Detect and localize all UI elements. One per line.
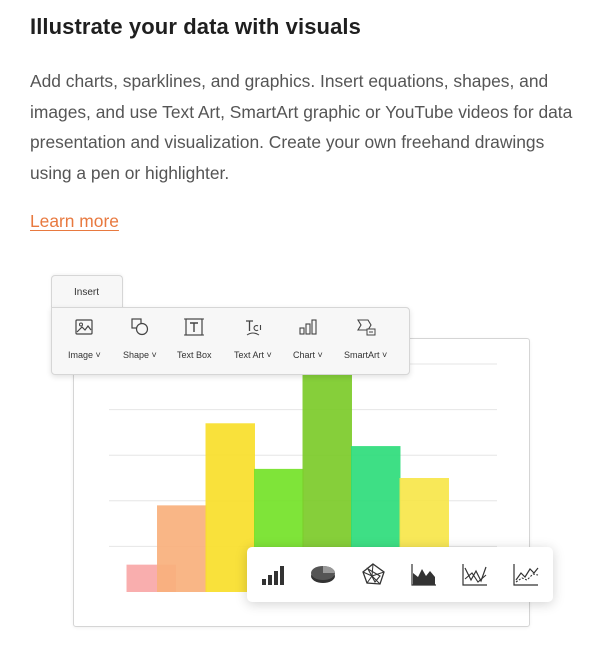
scatter-line-chart-type-button[interactable]: [512, 561, 540, 587]
insert-tab[interactable]: Insert: [51, 275, 123, 310]
chart-bar: [157, 505, 207, 592]
pie-chart-type-button[interactable]: [309, 561, 337, 587]
learn-more-link[interactable]: Learn more: [30, 211, 119, 232]
smartart-button[interactable]: SmartArt ˅: [344, 316, 387, 360]
image-icon: [73, 316, 95, 343]
line-chart-icon: [461, 564, 489, 591]
image-button[interactable]: Image ˅: [68, 316, 101, 360]
shape-button[interactable]: Shape ˅: [123, 316, 157, 360]
image-button-label: Image ˅: [68, 350, 101, 360]
insert-ribbon: Image ˅ Shape ˅ Text Box Text Art ˅ Char…: [51, 307, 410, 375]
radar-chart-type-button[interactable]: [360, 561, 388, 587]
section-heading: Illustrate your data with visuals: [30, 14, 361, 39]
text-art-button-label: Text Art ˅: [234, 350, 272, 360]
smartart-button-label: SmartArt ˅: [344, 350, 388, 360]
pie-chart-icon: [309, 566, 337, 591]
section-description: Add charts, sparklines, and graphics. In…: [30, 71, 573, 183]
chart-button-label: Chart ˅: [293, 350, 323, 360]
insert-tab-label: Insert: [74, 287, 100, 298]
bar-chart-icon: [258, 566, 286, 591]
text-art-button[interactable]: Text Art ˅: [234, 316, 272, 360]
text-art-icon: [242, 316, 264, 343]
radar-chart-icon: [360, 563, 388, 591]
shape-icon: [129, 316, 151, 343]
text-box-icon: [183, 316, 205, 343]
chart-type-panel: [247, 547, 553, 602]
chart-icon: [297, 316, 319, 343]
area-chart-type-button[interactable]: [410, 561, 438, 587]
scatter-line-chart-icon: [512, 564, 540, 591]
shape-button-label: Shape ˅: [123, 350, 157, 360]
bar-chart-type-button[interactable]: [258, 561, 286, 587]
text-box-button-label: Text Box: [177, 350, 212, 360]
smartart-icon: [355, 316, 377, 343]
area-chart-icon: [410, 564, 438, 591]
chart-button[interactable]: Chart ˅: [293, 316, 323, 360]
line-chart-type-button[interactable]: [461, 561, 489, 587]
text-box-button[interactable]: Text Box: [177, 316, 212, 360]
